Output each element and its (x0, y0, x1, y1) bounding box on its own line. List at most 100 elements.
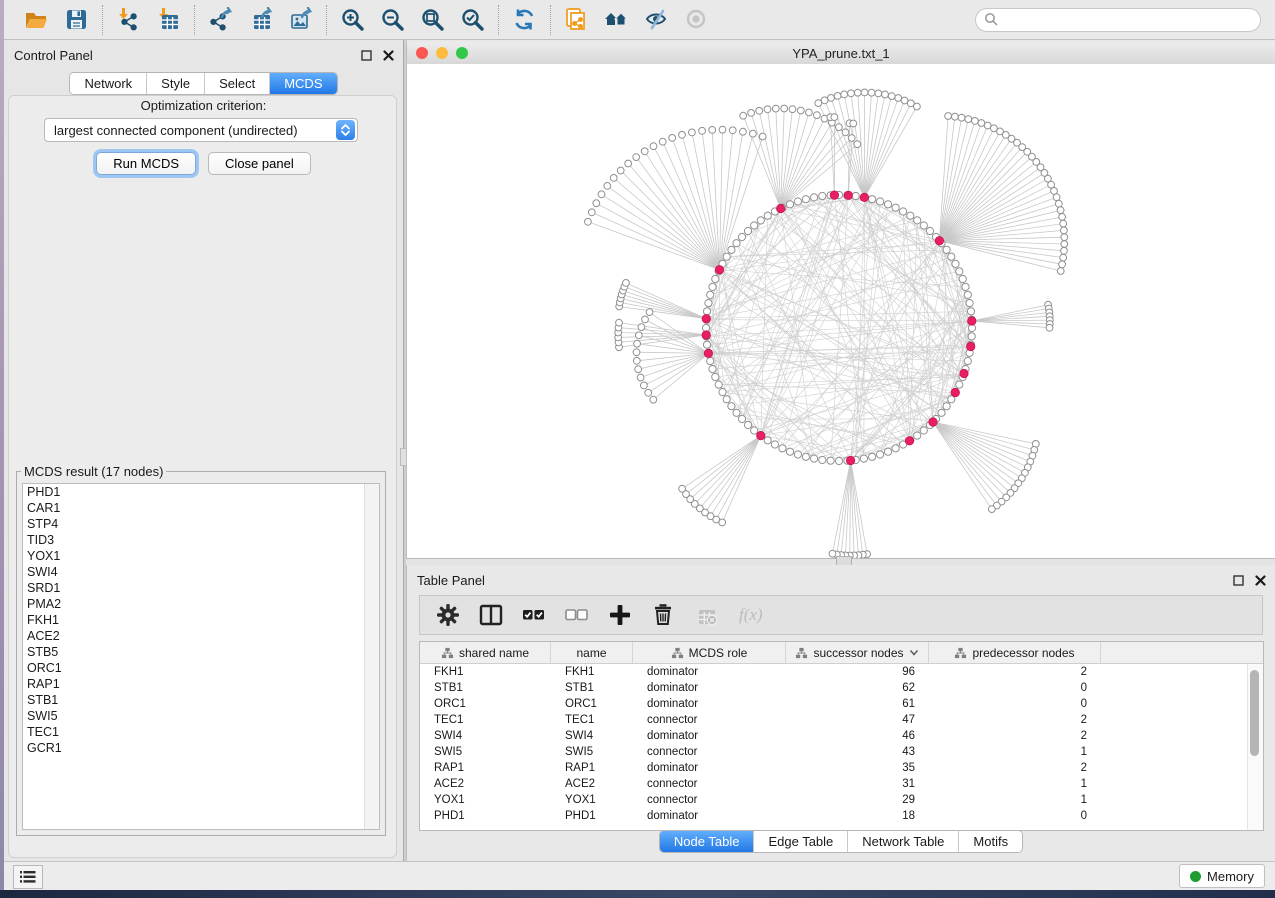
table-row[interactable]: STB1STB1dominator620 (420, 680, 1263, 696)
run-mcds-button[interactable]: Run MCDS (96, 152, 196, 175)
cell-shared-name: STB1 (420, 682, 551, 694)
select-all-icon[interactable] (520, 601, 548, 629)
mcds-result-item[interactable]: ACE2 (23, 628, 379, 644)
import-network-icon[interactable] (114, 5, 144, 35)
close-panel-button[interactable]: Close panel (208, 152, 311, 175)
table-row[interactable]: TEC1TEC1connector472 (420, 712, 1263, 728)
cell-MCDS-role: dominator (633, 810, 786, 822)
toolbar-group (196, 5, 326, 35)
save-session-icon[interactable] (62, 5, 92, 35)
column-header-predecessor-nodes[interactable]: predecessor nodes (929, 642, 1101, 663)
mcds-result-item[interactable]: PMA2 (23, 596, 379, 612)
cell-MCDS-role: connector (633, 714, 786, 726)
homes-icon[interactable] (602, 5, 632, 35)
table-row[interactable]: ACE2ACE2connector311 (420, 776, 1263, 792)
close-icon[interactable] (381, 48, 395, 62)
open-file-icon[interactable] (22, 5, 52, 35)
column-header-successor-nodes[interactable]: successor nodes (786, 642, 929, 663)
task-history-button[interactable] (13, 865, 43, 889)
mcds-result-item[interactable]: PHD1 (23, 484, 379, 500)
network-graph[interactable] (407, 64, 1275, 558)
zoom-selected-icon[interactable] (458, 5, 488, 35)
refresh-icon[interactable] (510, 5, 540, 35)
column-header-MCDS-role[interactable]: MCDS role (633, 642, 786, 663)
search-input[interactable] (975, 8, 1261, 32)
columns-icon[interactable] (477, 601, 505, 629)
tab-network[interactable]: Network (70, 73, 147, 94)
tab-node-table[interactable]: Node Table (660, 831, 755, 852)
mcds-result-item[interactable]: STB5 (23, 644, 379, 660)
table-row[interactable]: SWI5SWI5connector431 (420, 744, 1263, 760)
table-scrollbar[interactable] (1247, 664, 1263, 830)
settings-icon[interactable] (434, 601, 462, 629)
cell-shared-name: SWI5 (420, 746, 551, 758)
desktop-wallpaper-bottom (0, 890, 1275, 898)
svg-text:f(x): f(x) (739, 605, 762, 624)
table-row[interactable]: SWI4SWI4dominator462 (420, 728, 1263, 744)
zoom-in-icon[interactable] (338, 5, 368, 35)
column-header-shared-name[interactable]: shared name (420, 642, 551, 663)
maximize-window-button[interactable] (456, 47, 468, 59)
mcds-result-item[interactable]: STP4 (23, 516, 379, 532)
tab-network-table[interactable]: Network Table (848, 831, 959, 852)
export-table-icon[interactable] (246, 5, 276, 35)
network-view-window: YPA_prune.txt_1 (406, 42, 1275, 558)
network-window-titlebar[interactable]: YPA_prune.txt_1 (407, 42, 1275, 65)
optimization-criterion-label: Optimization criterion: (4, 98, 403, 113)
float-icon[interactable] (359, 48, 373, 62)
mcds-result-title: MCDS result (17 nodes) (21, 464, 166, 479)
network-graph-svg[interactable] (407, 64, 1275, 558)
deselect-all-icon[interactable] (563, 601, 591, 629)
zoom-out-icon[interactable] (378, 5, 408, 35)
zoom-fit-icon[interactable] (418, 5, 448, 35)
table-row[interactable]: PHD1PHD1dominator180 (420, 808, 1263, 824)
hide-unselected-icon[interactable] (642, 5, 672, 35)
scrollbar-thumb[interactable] (1250, 670, 1259, 756)
mcds-result-item[interactable]: ORC1 (23, 660, 379, 676)
mcds-result-item[interactable]: SWI5 (23, 708, 379, 724)
mcds-result-item[interactable]: SRD1 (23, 580, 379, 596)
tab-select[interactable]: Select (205, 73, 270, 94)
cell-predecessor-nodes: 0 (929, 810, 1101, 822)
close-window-button[interactable] (416, 47, 428, 59)
clone-network-icon[interactable] (562, 5, 592, 35)
mcds-result-item[interactable]: STB1 (23, 692, 379, 708)
delete-column-icon (692, 601, 720, 629)
mcds-result-item[interactable]: CAR1 (23, 500, 379, 516)
mcds-result-item[interactable]: SWI4 (23, 564, 379, 580)
mcds-result-item[interactable]: YOX1 (23, 548, 379, 564)
tab-edge-table[interactable]: Edge Table (754, 831, 848, 852)
mcds-result-list[interactable]: PHD1CAR1STP4TID3YOX1SWI4SRD1PMA2FKH1ACE2… (22, 483, 380, 830)
table-row[interactable]: ORC1ORC1dominator610 (420, 696, 1263, 712)
tab-style[interactable]: Style (147, 73, 205, 94)
export-image-icon[interactable] (286, 5, 316, 35)
mcds-result-item[interactable]: FKH1 (23, 612, 379, 628)
optimization-criterion-select[interactable]: largest connected component (undirected) (44, 118, 358, 142)
minimize-window-button[interactable] (436, 47, 448, 59)
column-header-name[interactable]: name (551, 642, 633, 663)
cell-name: ACE2 (551, 778, 633, 790)
mcds-result-item[interactable]: RAP1 (23, 676, 379, 692)
cell-successor-nodes: 96 (786, 666, 929, 678)
mcds-result-item[interactable]: TID3 (23, 532, 379, 548)
add-row-icon[interactable] (606, 601, 634, 629)
delete-row-icon[interactable] (649, 601, 677, 629)
import-table-icon[interactable] (154, 5, 184, 35)
memory-button[interactable]: Memory (1179, 864, 1265, 888)
cell-MCDS-role: dominator (633, 666, 786, 678)
tab-motifs[interactable]: Motifs (959, 831, 1022, 852)
export-network-icon[interactable] (206, 5, 236, 35)
mcds-result-item[interactable]: TEC1 (23, 724, 379, 740)
mcds-result-scrollbar[interactable] (364, 484, 379, 829)
table-body: FKH1FKH1dominator962STB1STB1dominator620… (420, 664, 1263, 824)
cell-successor-nodes: 18 (786, 810, 929, 822)
table-row[interactable]: FKH1FKH1dominator962 (420, 664, 1263, 680)
tab-mcds[interactable]: MCDS (270, 73, 336, 94)
float-icon[interactable] (1231, 573, 1245, 587)
table-row[interactable]: YOX1YOX1connector291 (420, 792, 1263, 808)
close-icon[interactable] (1253, 573, 1267, 587)
table-row[interactable]: RAP1RAP1dominator352 (420, 760, 1263, 776)
toolbar-group (104, 5, 194, 35)
mcds-result-item[interactable]: GCR1 (23, 740, 379, 756)
network-nodes[interactable] (585, 89, 1068, 558)
